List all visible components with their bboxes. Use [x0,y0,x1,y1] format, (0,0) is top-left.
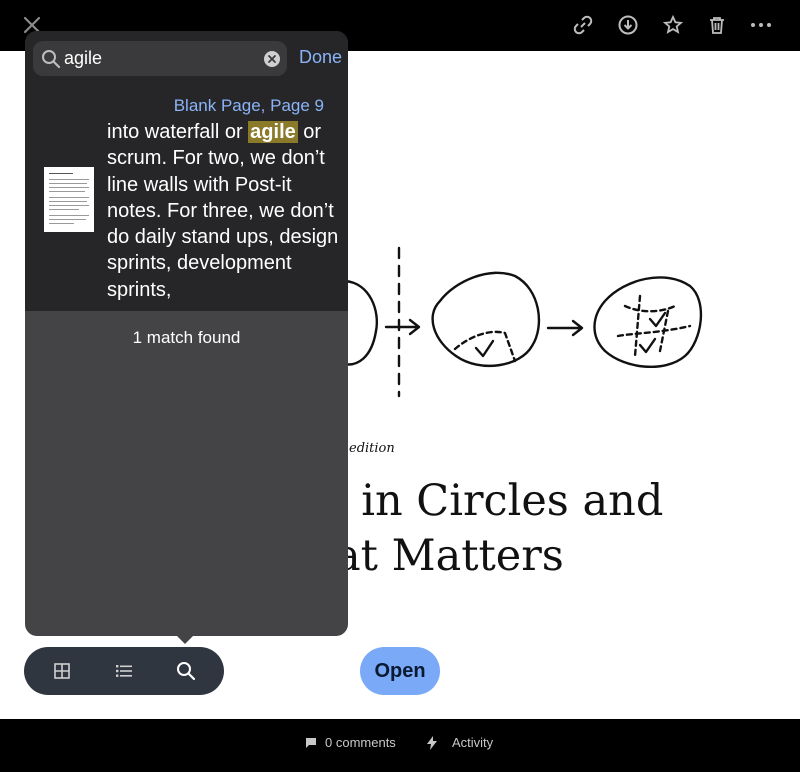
document-title-line-1: g in Circles and [320,476,664,526]
page-thumbnail [44,167,94,232]
done-button[interactable]: Done [299,47,342,68]
result-snippet: into waterfall or agile or scrum. For tw… [107,119,342,303]
lightning-icon [427,735,437,750]
star-icon[interactable] [657,9,689,41]
list-icon[interactable] [112,659,136,683]
search-icon[interactable] [174,659,198,683]
grid-icon[interactable] [50,659,74,683]
activity-label: Activity [452,735,494,750]
edition-label: edition [349,441,395,456]
result-location: Blank Page, Page 9 [173,96,324,115]
footer-bar: 0 comments Activity [0,719,800,772]
snippet-before: into waterfall or [107,121,249,143]
snippet-after: or scrum. For two, we don’t line walls w… [107,121,339,301]
search-popover: Done Blank Page, Page 9 into waterfall o… [25,31,348,636]
search-icon [42,50,61,69]
search-header: Done Blank Page, Page 9 into waterfall o… [25,31,348,311]
comment-icon [306,737,316,748]
comments-link[interactable]: 0 comments [305,735,396,750]
clear-icon[interactable] [264,51,280,67]
document-title-line-2: at Matters [335,531,564,581]
comments-label: 0 comments [325,735,396,750]
open-button[interactable]: Open [360,647,440,695]
match-count: 1 match found [132,328,241,347]
snippet-match-highlight: agile [248,121,298,143]
activity-link[interactable]: Activity [426,735,493,750]
more-icon[interactable] [745,9,777,41]
trash-icon[interactable] [701,9,733,41]
download-icon[interactable] [612,9,644,41]
search-field[interactable] [33,41,287,76]
view-switcher [24,647,224,695]
popover-arrow [176,635,194,644]
search-input[interactable] [64,41,254,76]
link-icon[interactable] [567,9,599,41]
